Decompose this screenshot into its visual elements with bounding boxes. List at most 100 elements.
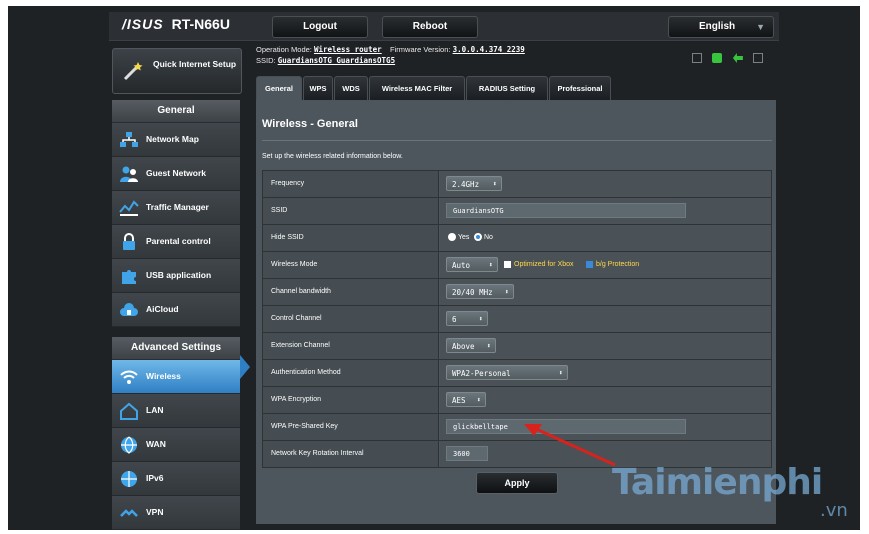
ipv6-globe-icon [121, 471, 137, 487]
sidebar-item-wan[interactable]: WAN [112, 428, 240, 462]
hide-ssid-no-radio[interactable]: No [474, 233, 493, 243]
asus-logo: /ISUS RT-N66U [122, 16, 230, 32]
select-arrow-icon: ⬍ [486, 342, 491, 350]
sidebar-item-usb-application[interactable]: USB application [112, 259, 240, 293]
sidebar-item-label: Guest Network [146, 168, 206, 178]
wireless-mode-label: Wireless Mode [263, 252, 439, 278]
ssid-input[interactable]: GuardiansOTG [446, 203, 686, 218]
ssid-label: SSID [263, 198, 439, 224]
channel-bandwidth-row: Channel bandwidth 20/40 MHz ⬍ [263, 279, 771, 306]
ssid-links[interactable]: GuardiansOTG GuardiansOTG5 [278, 56, 395, 65]
control-channel-row: Control Channel 6 ⬍ [263, 306, 771, 333]
sidebar-item-parental-control[interactable]: Parental control [112, 225, 240, 259]
extension-channel-label: Extension Channel [263, 333, 439, 359]
sidebar-item-label: LAN [146, 405, 164, 415]
frequency-row: Frequency 2.4GHz ⬍ [263, 171, 771, 198]
advanced-settings-menu: Advanced Settings Wireless LAN WAN IPv6 … [112, 337, 240, 530]
wireless-settings-form: Frequency 2.4GHz ⬍ SSID GuardiansOTG Hide… [262, 170, 772, 468]
sidebar-item-network-map[interactable]: Network Map [112, 123, 240, 157]
wireless-icon [120, 370, 138, 384]
wpa-pre-shared-key-row: WPA Pre-Shared Key glickbelltape [263, 414, 771, 441]
tab-general[interactable]: General [256, 76, 302, 101]
quick-setup-label: Quick Internet Setup [153, 59, 237, 69]
sidebar-item-ipv6[interactable]: IPv6 [112, 462, 240, 496]
status-info: Operation Mode: Wireless router Firmware… [256, 45, 525, 65]
general-title: General [112, 100, 240, 123]
sidebar-item-label: AiCloud [146, 304, 179, 314]
language-select[interactable]: English ▼ [668, 16, 774, 38]
sidebar-item-label: IPv6 [146, 473, 164, 483]
tab-wps[interactable]: WPS [303, 76, 333, 101]
magic-wand-icon [123, 62, 143, 81]
sidebar-item-traffic-manager[interactable]: Traffic Manager [112, 191, 240, 225]
network-status-icon[interactable] [732, 53, 743, 63]
bg-protection-checkbox[interactable]: b/g Protection [586, 260, 639, 270]
key-rotation-interval-input[interactable]: 3600 [446, 446, 488, 461]
page-description: Set up the wireless related information … [262, 153, 403, 160]
printer-status-icon[interactable] [753, 53, 764, 63]
select-arrow-icon: ⬍ [476, 396, 481, 404]
lock-icon [123, 233, 135, 250]
wpa-encryption-row: WPA Encryption AES ⬍ [263, 387, 771, 414]
status-icons [692, 50, 769, 68]
authentication-method-label: Authentication Method [263, 360, 439, 386]
cloud-icon [120, 303, 138, 316]
general-menu: General Network Map Guest Network Traffi… [112, 100, 240, 327]
globe-icon [121, 436, 137, 454]
select-arrow-icon: ⬍ [492, 180, 497, 188]
sidebar-item-label: Wireless [146, 371, 181, 381]
wpa-encryption-select[interactable]: AES ⬍ [446, 392, 486, 407]
sidebar-item-label: WAN [146, 439, 166, 449]
wpa-pre-shared-key-label: WPA Pre-Shared Key [263, 414, 439, 440]
active-item-pointer [240, 355, 250, 379]
quick-internet-setup-button[interactable]: Quick Internet Setup [112, 48, 242, 94]
extension-channel-row: Extension Channel Above ⬍ [263, 333, 771, 360]
operation-mode-link[interactable]: Wireless router [314, 45, 382, 54]
tab-radius-setting[interactable]: RADIUS Setting [466, 76, 548, 101]
language-value: English [699, 21, 736, 32]
watermark-domain: .vn [820, 500, 848, 521]
authentication-method-select[interactable]: WPA2-Personal ⬍ [446, 365, 568, 380]
vpn-icon [120, 509, 138, 517]
usb-status-icon[interactable] [692, 53, 702, 63]
apply-button[interactable]: Apply [476, 472, 558, 494]
internet-status-icon[interactable] [712, 53, 723, 63]
tab-professional[interactable]: Professional [549, 76, 611, 101]
optimized-for-xbox-checkbox[interactable]: Optimized for Xbox [504, 260, 574, 270]
select-arrow-icon: ⬍ [558, 369, 563, 377]
sidebar-item-aicloud[interactable]: AiCloud [112, 293, 240, 327]
hide-ssid-row: Hide SSID Yes No [263, 225, 771, 252]
authentication-method-row: Authentication Method WPA2-Personal ⬍ [263, 360, 771, 387]
sidebar-item-wireless[interactable]: Wireless [112, 360, 240, 394]
key-rotation-interval-label: Network Key Rotation Interval [263, 441, 439, 467]
reboot-button[interactable]: Reboot [382, 16, 478, 38]
sidebar-item-label: Traffic Manager [146, 202, 209, 212]
hide-ssid-label: Hide SSID [263, 225, 439, 251]
network-map-icon [120, 132, 138, 147]
logout-button[interactable]: Logout [272, 16, 368, 38]
wpa-encryption-label: WPA Encryption [263, 387, 439, 413]
extension-channel-select[interactable]: Above ⬍ [446, 338, 496, 353]
sidebar-item-vpn[interactable]: VPN [112, 496, 240, 530]
hide-ssid-yes-radio[interactable]: Yes [448, 233, 469, 243]
watermark-logo: Taimienphi [612, 462, 823, 503]
select-arrow-icon: ⬍ [488, 261, 493, 269]
ssid-row: SSID GuardiansOTG [263, 198, 771, 225]
tab-wds[interactable]: WDS [334, 76, 368, 101]
control-channel-select[interactable]: 6 ⬍ [446, 311, 488, 326]
content-panel: Wireless - General Set up the wireless r… [256, 100, 776, 524]
sidebar-item-label: Network Map [146, 134, 199, 144]
wireless-mode-select[interactable]: Auto ⬍ [446, 257, 498, 272]
frequency-select[interactable]: 2.4GHz ⬍ [446, 176, 502, 191]
sidebar-item-label: VPN [146, 507, 164, 517]
guest-network-icon [120, 166, 138, 182]
advanced-settings-title: Advanced Settings [112, 337, 240, 360]
page-title: Wireless - General [262, 118, 358, 130]
select-arrow-icon: ⬍ [478, 315, 483, 323]
sidebar-item-guest-network[interactable]: Guest Network [112, 157, 240, 191]
annotation-arrow-icon [524, 424, 616, 467]
firmware-version-link[interactable]: 3.0.0.4.374_2239 [453, 45, 525, 54]
channel-bandwidth-select[interactable]: 20/40 MHz ⬍ [446, 284, 514, 299]
tab-wireless-mac-filter[interactable]: Wireless MAC Filter [369, 76, 465, 101]
sidebar-item-lan[interactable]: LAN [112, 394, 240, 428]
